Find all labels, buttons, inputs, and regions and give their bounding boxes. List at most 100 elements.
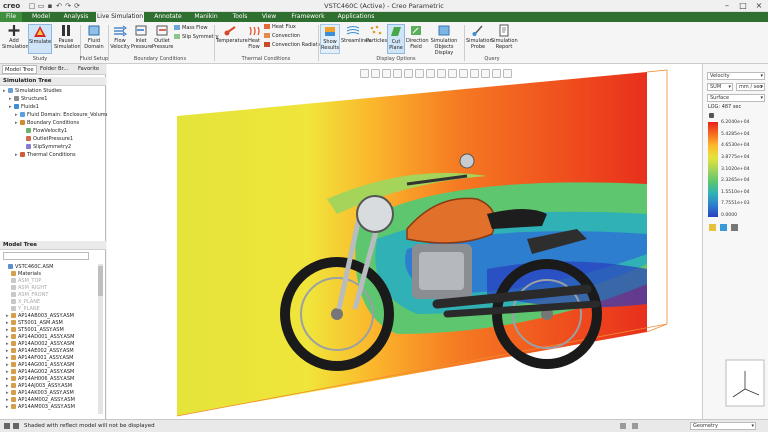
legend-palette-icon[interactable] — [720, 224, 727, 231]
fluid-domain-button[interactable]: Fluid Domain — [82, 24, 106, 50]
section-view-icon[interactable] — [426, 69, 435, 78]
tab-folder-browser[interactable]: Folder Br... — [38, 65, 70, 74]
temperature-button[interactable]: Temperature — [216, 24, 248, 44]
slip-symmetry-button[interactable]: Slip Symmetry — [174, 34, 219, 41]
scrollbar[interactable] — [98, 264, 103, 414]
legend-option-icon[interactable] — [709, 224, 716, 231]
maximize-icon[interactable]: □ — [738, 1, 748, 11]
simulation-render[interactable] — [107, 64, 702, 419]
tab-framework[interactable]: Framework — [288, 12, 328, 22]
simulation-probe-button[interactable]: Simulation Probe — [466, 24, 493, 50]
mass-flow-button[interactable]: Mass Flow — [174, 25, 208, 32]
model-tree-item[interactable]: ▸ AP14AK003_ASSY.ASM — [6, 390, 74, 397]
model-tree-item[interactable]: ▸ AP14AM002_ASSY.ASM — [6, 397, 75, 404]
status-icon[interactable] — [632, 423, 638, 429]
scrollbar-thumb[interactable] — [98, 266, 103, 296]
model-tree-item[interactable]: ▸ AP14AE002_ASSY.ASM — [6, 348, 74, 355]
simulation-objects-display-button[interactable]: Simulation Objects Display — [427, 24, 461, 56]
add-simulation-button[interactable]: Add Simulation — [2, 24, 29, 50]
status-icon[interactable] — [620, 423, 626, 429]
minimize-icon[interactable]: – — [722, 1, 732, 11]
saved-views-icon[interactable] — [415, 69, 424, 78]
model-tree-item[interactable]: ▸ AP14AM003_ASSY.ASM — [6, 404, 75, 411]
simulation-tree-item[interactable]: OutletPressure1 — [21, 136, 73, 143]
simulation-tree-item[interactable]: SlipSymmetry2 — [21, 144, 71, 151]
datum-display-icon[interactable] — [448, 69, 457, 78]
particles-button[interactable]: Particles — [366, 24, 387, 44]
legend-settings-icon[interactable] — [709, 113, 714, 118]
model-tree-item[interactable]: ASM_TOP — [6, 278, 41, 285]
simulation-tree-item[interactable]: FlowVelocity1 — [21, 128, 67, 135]
heat-flow-button[interactable]: Heat Flow — [245, 24, 263, 50]
simulation-report-button[interactable]: Simulation Report — [491, 24, 518, 50]
heat-flux-button[interactable]: Heat Flux — [264, 24, 296, 31]
model-tree-item[interactable]: ▸ AP14AG002_ASSY.ASM — [6, 369, 74, 376]
zoom-in-icon[interactable] — [371, 69, 380, 78]
simulate-button[interactable]: Simulate — [28, 24, 52, 54]
tab-file[interactable]: File — [0, 12, 22, 22]
model-tree-item[interactable]: ▸ AP14AG001_ASSY.ASM — [6, 362, 74, 369]
show-results-button[interactable]: Show Results — [320, 24, 340, 54]
perspective-icon[interactable] — [437, 69, 446, 78]
model-tree-item[interactable]: ▸ AP14AD002_ASSY.ASM — [6, 341, 74, 348]
zoom-out-icon[interactable] — [382, 69, 391, 78]
simulation-tree-item[interactable]: ▸ Fluid Domain: Enclosure_Volume_1 — [15, 112, 114, 119]
outlet-pressure-button[interactable]: Outlet Pressure — [152, 24, 173, 50]
annotation-display-icon[interactable] — [459, 69, 468, 78]
tab-live-simulation[interactable]: Live Simulation — [96, 12, 144, 22]
tab-analysis[interactable]: Analysis — [60, 12, 92, 22]
tab-favorites[interactable]: Favorite — [76, 65, 101, 74]
spin-center-icon[interactable] — [470, 69, 479, 78]
model-tree-item[interactable]: X_PLANE — [6, 299, 40, 306]
tab-tools[interactable]: Tools — [228, 12, 252, 22]
legend-export-icon[interactable] — [731, 224, 738, 231]
model-tree-item[interactable]: ▸ AP14AF001_ASSY.ASM — [6, 355, 73, 362]
tab-view[interactable]: View — [258, 12, 280, 22]
repaint-icon[interactable] — [393, 69, 402, 78]
tab-manikin[interactable]: Manikin — [190, 12, 222, 22]
model-tree-item[interactable]: Y_PLANE — [6, 306, 40, 313]
tab-annotate[interactable]: Annotate — [150, 12, 186, 22]
model-tree-item[interactable]: ▸ AP14AH006_ASSY.ASM — [6, 376, 74, 383]
graphics-viewport[interactable] — [107, 64, 702, 419]
convection-button[interactable]: Convection — [264, 33, 300, 40]
pause-simulation-button[interactable]: Pause Simulation — [54, 24, 81, 50]
model-tree-item[interactable]: ▸ ST5001_ASM.ASM — [6, 320, 63, 327]
view-manager-icon[interactable] — [481, 69, 490, 78]
model-tree-item[interactable]: ▸ AP14AB003_ASSY.ASM — [6, 313, 74, 320]
model-tree-item[interactable]: ASM_FRONT — [6, 292, 49, 299]
status-navigator-icon[interactable] — [13, 423, 19, 429]
model-tree-item[interactable]: ▸ AP14AD001_ASSY.ASM — [6, 334, 74, 341]
quantity-select[interactable]: Velocity ▾ — [707, 72, 765, 80]
display-mode-select[interactable]: Surface ▾ — [707, 94, 765, 102]
unit-select[interactable]: mm / sec ▾ — [736, 83, 765, 91]
simulation-tree-item[interactable]: ▸ Thermal Conditions — [15, 152, 76, 159]
model-tree-item[interactable]: Materials — [6, 271, 41, 278]
model-tree-search-input[interactable] — [3, 252, 89, 260]
flow-velocity-button[interactable]: Flow Velocity — [110, 24, 130, 50]
selection-filter-select[interactable]: Geometry ▾ — [690, 422, 756, 430]
display-style-icon[interactable] — [404, 69, 413, 78]
streamlines-button[interactable]: Streamlines — [341, 24, 371, 44]
status-toggle-icon[interactable] — [4, 423, 10, 429]
tab-model-tree[interactable]: Model Tree — [2, 65, 37, 74]
simulation-tree-item[interactable]: ▸ Fluids1 — [9, 104, 39, 111]
appearance-icon[interactable] — [492, 69, 501, 78]
refit-icon[interactable] — [360, 69, 369, 78]
simulation-tree-item[interactable]: ▸ Boundary Conditions — [15, 120, 79, 127]
convection-radiation-button[interactable]: Convection Radiation — [264, 42, 325, 49]
tab-applications[interactable]: Applications — [334, 12, 378, 22]
model-tree-item[interactable]: ASM_RIGHT — [6, 285, 47, 292]
tab-model[interactable]: Model — [28, 12, 54, 22]
model-tree-item[interactable]: ▸ ST5001_ASSY.ASM — [6, 327, 64, 334]
simulation-tree-item[interactable]: ▸ Simulation Studies — [3, 88, 62, 95]
direction-field-button[interactable]: Direction Field — [406, 24, 429, 50]
close-icon[interactable]: × — [754, 1, 764, 11]
component-select[interactable]: SUM ▾ — [707, 83, 733, 91]
pause-update-icon[interactable] — [503, 69, 512, 78]
model-tree-item[interactable]: VSTC460C.ASM — [3, 264, 53, 271]
cut-plane-button[interactable]: Cut Plane — [387, 24, 405, 54]
simulation-tree-item[interactable]: ▸ Structure1 — [9, 96, 47, 103]
model-tree-item[interactable]: ▸ AP14AJ003_ASSY.ASM — [6, 383, 72, 390]
inlet-pressure-button[interactable]: Inlet Pressure — [131, 24, 152, 50]
